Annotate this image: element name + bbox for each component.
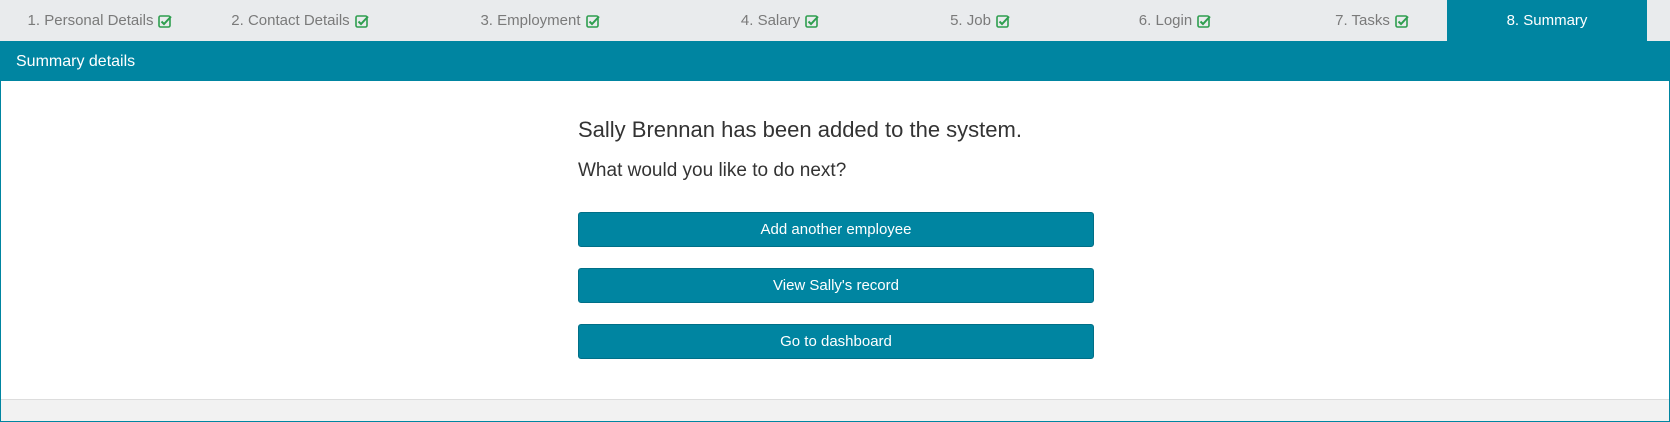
check-square-icon	[585, 14, 600, 28]
tab-contact-details[interactable]: 2. Contact Details	[200, 0, 400, 41]
tab-label: 4. Salary	[740, 12, 801, 29]
tab-summary[interactable]: 8. Summary	[1447, 0, 1647, 41]
tab-label: 1. Personal Details	[27, 12, 154, 29]
go-to-dashboard-button[interactable]: Go to dashboard	[578, 324, 1094, 359]
tab-login[interactable]: 6. Login	[1075, 0, 1275, 41]
tab-personal-details[interactable]: 1. Personal Details	[0, 0, 200, 41]
check-square-icon	[1197, 14, 1211, 28]
summary-panel: Summary details Sally Brennan has been a…	[0, 41, 1670, 422]
summary-content: Sally Brennan has been added to the syst…	[578, 116, 1094, 359]
tab-label: 5. Job	[950, 12, 991, 29]
next-step-prompt: What would you like to do next?	[578, 160, 847, 181]
confirmation-message: Sally Brennan has been added to the syst…	[578, 117, 1022, 142]
tab-employment[interactable]: 3. Employment	[440, 0, 640, 41]
wizard-steps: 1. Personal Details 2. Contact Details 3…	[0, 0, 1670, 41]
tab-label: 8. Summary	[1506, 12, 1588, 29]
check-square-icon	[158, 14, 173, 28]
check-square-icon	[805, 14, 819, 28]
tab-salary[interactable]: 4. Salary	[680, 0, 880, 41]
tab-label: 7. Tasks	[1335, 12, 1390, 29]
panel-title: Summary details	[1, 42, 1669, 81]
add-another-employee-button[interactable]: Add another employee	[578, 212, 1094, 247]
view-record-button[interactable]: View Sally's record	[578, 268, 1094, 303]
tab-label: 3. Employment	[480, 12, 581, 29]
tab-label: 2. Contact Details	[231, 12, 350, 29]
tab-label: 6. Login	[1138, 12, 1193, 29]
check-square-icon	[996, 14, 1010, 28]
check-square-icon	[354, 14, 369, 28]
check-square-icon	[1395, 14, 1409, 28]
tab-job[interactable]: 5. Job	[880, 0, 1080, 41]
panel-footer	[1, 399, 1669, 421]
tab-tasks[interactable]: 7. Tasks	[1272, 0, 1472, 41]
